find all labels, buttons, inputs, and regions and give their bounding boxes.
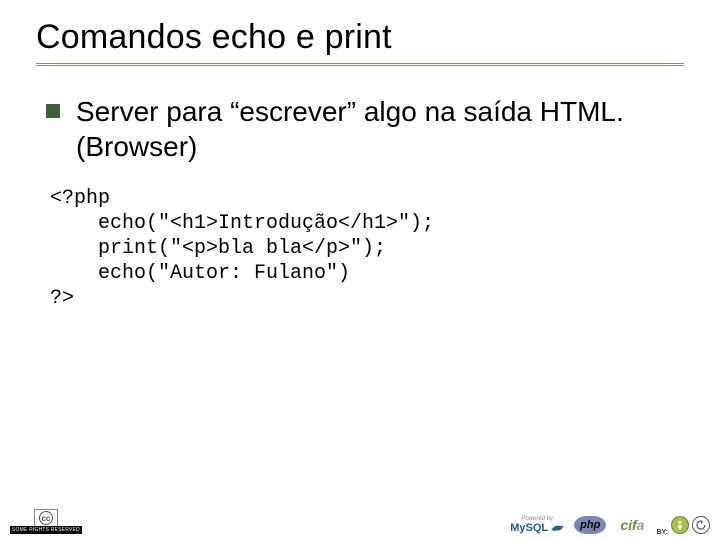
dolphin-icon <box>550 523 564 533</box>
footer-left: cc SOME RIGHTS RESERVED <box>10 509 82 534</box>
slide-title: Comandos echo e print <box>36 18 684 57</box>
slide-body: Server para “escrever” algo na saída HTM… <box>36 94 684 311</box>
by-label: BY: <box>656 529 668 536</box>
cifa-text-1: cif <box>620 517 636 533</box>
cc-rights-label: SOME RIGHTS RESERVED <box>10 526 82 534</box>
mysql-logo: Powered by MySQL <box>510 516 564 534</box>
bullet-item: Server para “escrever” algo na saída HTM… <box>46 94 684 164</box>
bullet-text: Server para “escrever” algo na saída HTM… <box>76 94 684 164</box>
share-icon <box>692 516 710 534</box>
mysql-text: MySQL <box>510 522 548 534</box>
cc-circle-icon: cc <box>39 511 53 525</box>
cifa-logo: cifa <box>616 516 648 534</box>
slide-container: Comandos echo e print Server para “escre… <box>0 0 720 540</box>
square-bullet-icon <box>46 104 60 118</box>
footer-right: Powered by MySQL php cifa BY: <box>510 516 710 534</box>
cc-top: cc <box>34 509 58 526</box>
attribution-icon <box>671 516 689 534</box>
footer-bar: cc SOME RIGHTS RESERVED Powered by MySQL… <box>0 490 720 534</box>
cc-license-badge: cc SOME RIGHTS RESERVED <box>10 509 82 534</box>
code-block: <?php echo("<h1>Introdução</h1>"); print… <box>50 186 684 311</box>
cifa-text-2: a <box>637 517 645 533</box>
php-logo: php <box>574 516 606 534</box>
cc-by-badge: BY: <box>658 516 710 534</box>
title-block: Comandos echo e print <box>36 18 684 66</box>
mysql-name: MySQL <box>510 522 564 534</box>
